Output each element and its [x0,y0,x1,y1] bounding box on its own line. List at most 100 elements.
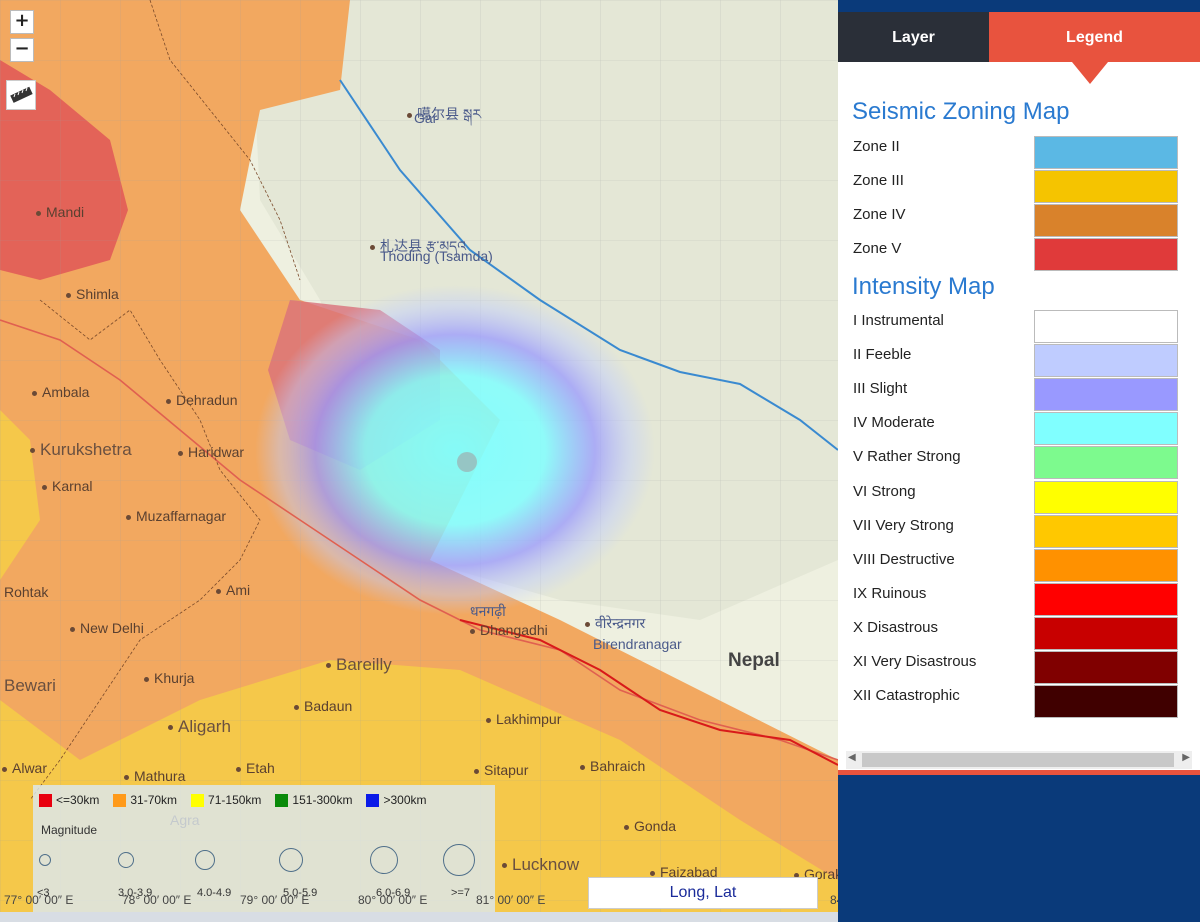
intensity-label: V Rather Strong [853,448,961,466]
place-name: Kurukshetra [40,440,132,459]
intensity-swatch [1034,310,1178,343]
place-name: Gar [414,110,438,126]
intensity-label: IV Moderate [853,414,935,432]
distance-swatch [39,793,52,807]
place-dot-icon [407,112,412,118]
intensity-label: I Instrumental [853,312,944,329]
place-name: New Delhi [80,620,144,636]
horizontal-scrollbar[interactable]: ◀ ▶ [846,751,1192,769]
scrollbar-thumb[interactable] [862,753,1174,767]
place-label: Bewari [4,676,56,696]
place-name: Mandi [46,204,85,220]
place-label: Alwar [2,760,47,776]
place-dot-icon [236,766,241,772]
place-name: Etah [246,760,275,776]
place-dot-icon [168,725,173,731]
distance-label: <=30km [56,793,100,807]
place-label: Ami [216,582,250,598]
place-dot-icon [370,244,375,250]
place-dot-icon [216,588,221,594]
intensity-label: VI Strong [853,482,916,500]
place-name: Ambala [42,384,90,400]
place-name: Bareilly [336,655,392,674]
zone-swatch [1034,238,1178,271]
map-view[interactable]: + − 噶尔县 སྒར Gar 札达县 རྩ་མདའ Thoding (Tsamda)… [0,0,838,922]
place-dot-icon [502,863,507,869]
zoom-in-button[interactable]: + [10,10,34,34]
place-dot-icon [126,514,131,520]
place-dot-icon [580,764,585,770]
intensity-swatch [1034,548,1178,582]
distance-label: 31-70km [130,793,178,807]
intensity-swatch [1034,651,1178,684]
place-label: Ambala [32,384,89,400]
place-label: Etah [236,760,275,776]
intensity-label: II Feeble [853,346,912,364]
magnitude-circle [370,846,398,874]
side-panel: Layer Legend Seismic Zoning Map Zone II Z… [838,0,1200,922]
place-name: Lakhimpur [496,711,562,727]
place-label: Muzaffarnagar [126,508,226,524]
magnitude-circle [118,852,134,868]
intensity-label: XI Very Disastrous [853,653,977,670]
place-dot-icon [326,663,331,669]
active-tab-arrow [1072,62,1108,84]
magnitude-circle [443,844,475,876]
zoom-out-button[interactable]: − [10,38,34,62]
place-dot-icon [42,484,47,490]
intensity-swatch [1034,616,1178,650]
distance-swatch [113,793,127,807]
place-dot-icon [70,626,75,632]
intensity-label: VIII Destructive [853,550,955,568]
longitude-label: 79° 00′ 00″ E [240,893,310,907]
panel-header-bar [838,0,1200,12]
intensity-swatch [1034,480,1178,514]
intensity-swatch [1034,446,1178,480]
place-name: Dhangadhi [480,622,548,638]
measure-ruler-icon[interactable] [6,80,36,110]
distance-legend-item: 151-300km [275,793,352,807]
place-label: Dhangadhi [470,622,548,638]
distance-label: 151-300km [292,793,353,807]
place-name: Thoding (Tsamda) [380,248,493,264]
place-dot-icon [624,824,629,830]
place-label: Lucknow [502,855,579,875]
place-label: Birendranagar [593,636,682,652]
place-label: वीरेन्द्रनगर [585,614,645,633]
intensity-swatch [1034,514,1178,548]
place-label: Haridwar [178,444,244,460]
place-dot-icon [470,628,475,634]
place-dot-icon [474,768,479,774]
tab-layer[interactable]: Layer [838,12,989,62]
place-label: New Delhi [70,620,144,636]
place-dot-icon [124,774,129,780]
place-label: Shimla [66,286,119,302]
place-name: Khurja [154,670,195,686]
place-dot-icon [66,292,71,298]
place-label: Gonda [624,818,676,834]
place-name: Bahraich [590,758,646,774]
magnitude-circle [195,850,215,870]
tab-legend[interactable]: Legend [989,12,1200,62]
place-name: Haridwar [188,444,245,460]
long-lat-readout: Long, Lat [588,877,818,909]
place-label: Khurja [144,670,194,686]
place-dot-icon [650,870,655,876]
magnitude-title: Magnitude [41,823,98,837]
place-name: Bewari [4,676,56,695]
intensity-swatch [1034,378,1178,412]
distance-label: >300km [383,793,427,807]
intensity-swatch [1034,412,1178,446]
place-dot-icon [30,448,35,454]
place-name: Badaun [304,698,353,714]
scroll-left-icon[interactable]: ◀ [848,752,856,763]
intensity-label: VII Very Strong [853,516,954,534]
place-dot-icon [294,704,299,710]
intensity-swatch [1034,685,1178,719]
place-dot-icon [144,676,149,682]
intensity-map-title: Intensity Map [852,273,995,300]
place-label: Aligarh [168,717,231,737]
scroll-right-icon[interactable]: ▶ [1182,752,1190,763]
place-label: Gar [414,110,437,126]
place-label: Bahraich [580,758,645,774]
